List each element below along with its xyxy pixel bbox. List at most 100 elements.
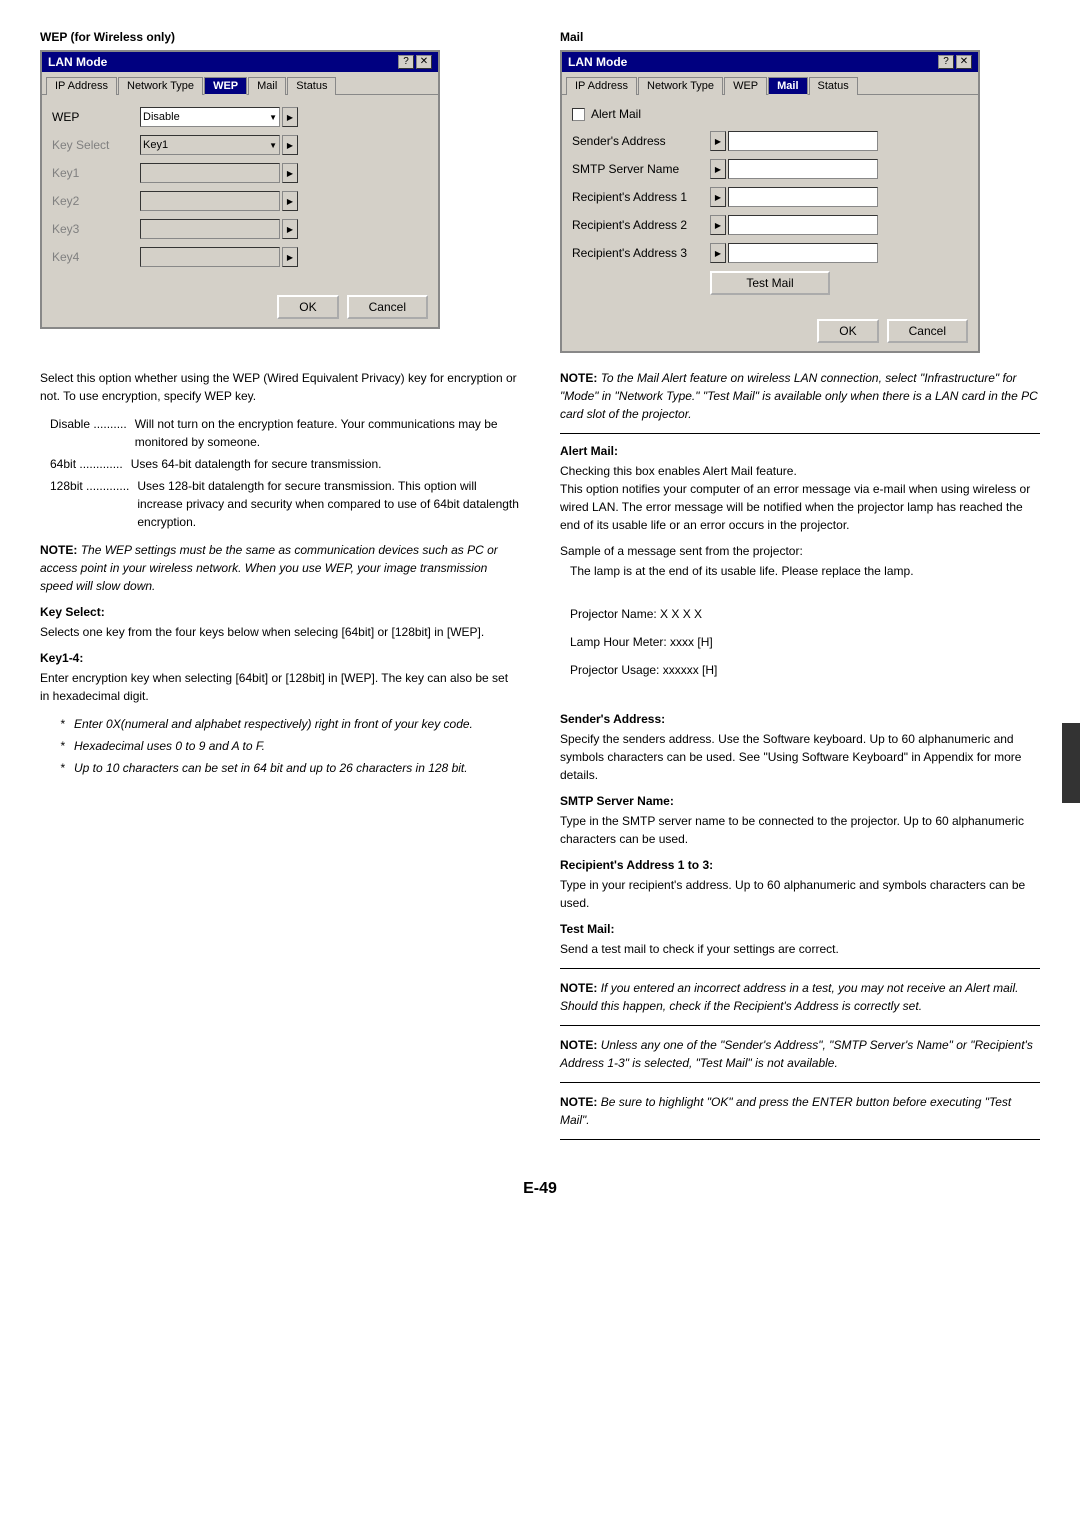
- key3-field-input: ▶: [140, 219, 298, 239]
- mail-note4: NOTE: Be sure to highlight "OK" and pres…: [560, 1093, 1040, 1129]
- key14-bullets: Enter 0X(numeral and alphabet respective…: [60, 715, 520, 777]
- senders-address-btn[interactable]: ▶: [710, 131, 726, 151]
- tab-status[interactable]: Status: [287, 77, 336, 95]
- keyselect-dropdown-btn[interactable]: ▶: [282, 135, 298, 155]
- divider-3: [560, 1025, 1040, 1026]
- wep-dropdown-arrow-icon: ▼: [269, 113, 277, 122]
- mail-tab-status[interactable]: Status: [809, 77, 858, 95]
- test-mail-button[interactable]: Test Mail: [710, 271, 830, 295]
- recipient-body-desc: Type in your recipient's address. Up to …: [560, 876, 1040, 912]
- sample-line1: The lamp is at the end of its usable lif…: [570, 562, 1040, 580]
- tab-wep[interactable]: WEP: [204, 77, 247, 95]
- mail-tab-mail[interactable]: Mail: [768, 77, 807, 95]
- key1-input[interactable]: [140, 163, 280, 183]
- key3-field-label: Key3: [52, 222, 132, 236]
- wep-64bit-keyword: 64bit .............: [50, 455, 123, 473]
- senders-address-input: ▶: [710, 131, 878, 151]
- mail-note2: NOTE: If you entered an incorrect addres…: [560, 979, 1040, 1015]
- bullet-item-3: Up to 10 characters can be set in 64 bit…: [60, 759, 520, 777]
- key3-field-row: Key3 ▶: [52, 219, 428, 239]
- wep-dropdown-value: Disable: [143, 111, 180, 123]
- mail-tab-network-type[interactable]: Network Type: [638, 77, 723, 95]
- wep-disable-desc: Will not turn on the encryption feature.…: [135, 415, 520, 451]
- recipient2-btn[interactable]: ▶: [710, 215, 726, 235]
- recipient1-label: Recipient's Address 1: [572, 190, 702, 204]
- tab-network-type[interactable]: Network Type: [118, 77, 203, 95]
- wep-dropdown-btn[interactable]: ▶: [282, 107, 298, 127]
- recipient3-label: Recipient's Address 3: [572, 246, 702, 260]
- tab-mail[interactable]: Mail: [248, 77, 286, 95]
- alert-mail-checkbox[interactable]: [572, 108, 585, 121]
- key4-input[interactable]: [140, 247, 280, 267]
- sample-projector-usage: Projector Usage: xxxxxx [H]: [570, 661, 1040, 679]
- wep-dialog-body: WEP Disable ▼ ▶ Key Select: [42, 95, 438, 287]
- top-section: WEP (for Wireless only) LAN Mode ? ✕ IP …: [40, 30, 1040, 353]
- alert-mail-label: Alert Mail: [591, 107, 721, 121]
- senders-address-body-title: Sender's Address:: [560, 712, 1040, 726]
- mail-close-button[interactable]: ✕: [956, 55, 972, 69]
- right-column: Mail LAN Mode ? ✕ IP Address Network Typ…: [560, 30, 1040, 353]
- mail-tab-wep[interactable]: WEP: [724, 77, 767, 95]
- senders-address-label: Sender's Address: [572, 134, 702, 148]
- keyselect-field-input: Key1 ▼ ▶: [140, 135, 298, 155]
- keyselect-field-label: Key Select: [52, 138, 132, 152]
- wep-dialog-footer: OK Cancel: [42, 287, 438, 327]
- alert-mail-body-title: Alert Mail:: [560, 444, 1040, 458]
- wep-note: NOTE: The WEP settings must be the same …: [40, 541, 520, 595]
- mail-help-button[interactable]: ?: [938, 55, 954, 69]
- wep-64bit-desc: Uses 64-bit datalength for secure transm…: [131, 455, 382, 473]
- recipient3-input: ▶: [710, 243, 878, 263]
- keyselect-dropdown[interactable]: Key1 ▼: [140, 135, 280, 155]
- wep-options-list: Disable .......... Will not turn on the …: [50, 415, 520, 531]
- wep-field-row: WEP Disable ▼ ▶: [52, 107, 428, 127]
- senders-address-body-desc: Specify the senders address. Use the Sof…: [560, 730, 1040, 784]
- keyselect-dropdown-arrow-icon: ▼: [269, 141, 277, 150]
- bullet-item-1: Enter 0X(numeral and alphabet respective…: [60, 715, 520, 733]
- smtp-server-btn[interactable]: ▶: [710, 159, 726, 179]
- key4-field-input: ▶: [140, 247, 298, 267]
- mail-ok-button[interactable]: OK: [817, 319, 878, 343]
- key2-field-row: Key2 ▶: [52, 191, 428, 211]
- test-mail-body-title: Test Mail:: [560, 922, 1040, 936]
- key4-field-label: Key4: [52, 250, 132, 264]
- right-accent-bar: [1062, 723, 1080, 803]
- recipient1-input: ▶: [710, 187, 878, 207]
- key4-btn[interactable]: ▶: [282, 247, 298, 267]
- mail-cancel-button[interactable]: Cancel: [887, 319, 968, 343]
- wep-ok-button[interactable]: OK: [277, 295, 338, 319]
- recipient1-field[interactable]: [728, 187, 878, 207]
- wep-close-button[interactable]: ✕: [416, 55, 432, 69]
- main-body: Select this option whether using the WEP…: [40, 369, 1040, 1150]
- recipient1-btn[interactable]: ▶: [710, 187, 726, 207]
- key3-btn[interactable]: ▶: [282, 219, 298, 239]
- recipient3-field[interactable]: [728, 243, 878, 263]
- senders-address-field[interactable]: [728, 131, 878, 151]
- wep-disable-item: Disable .......... Will not turn on the …: [50, 415, 520, 451]
- key2-btn[interactable]: ▶: [282, 191, 298, 211]
- wep-64bit-item: 64bit ............. Uses 64-bit dataleng…: [50, 455, 520, 473]
- key2-input[interactable]: [140, 191, 280, 211]
- mail-tab-ip-address[interactable]: IP Address: [566, 77, 637, 95]
- wep-help-button[interactable]: ?: [398, 55, 414, 69]
- mail-note1: NOTE: To the Mail Alert feature on wirel…: [560, 369, 1040, 423]
- wep-field-label: WEP: [52, 110, 132, 124]
- wep-cancel-button[interactable]: Cancel: [347, 295, 428, 319]
- key2-field-label: Key2: [52, 194, 132, 208]
- key1-btn[interactable]: ▶: [282, 163, 298, 183]
- mail-dialog-footer: OK Cancel: [562, 311, 978, 351]
- main-right: NOTE: To the Mail Alert feature on wirel…: [560, 369, 1040, 1150]
- recipient3-btn[interactable]: ▶: [710, 243, 726, 263]
- key4-field-row: Key4 ▶: [52, 247, 428, 267]
- recipient2-field[interactable]: [728, 215, 878, 235]
- mail-dialog-titlebar: LAN Mode ? ✕: [562, 52, 978, 72]
- smtp-body-desc: Type in the SMTP server name to be conne…: [560, 812, 1040, 848]
- mail-dialog-tabs: IP Address Network Type WEP Mail Status: [562, 72, 978, 95]
- smtp-server-field[interactable]: [728, 159, 878, 179]
- divider-2: [560, 968, 1040, 969]
- divider-4: [560, 1082, 1040, 1083]
- wep-dropdown[interactable]: Disable ▼: [140, 107, 280, 127]
- bullet-item-2: Hexadecimal uses 0 to 9 and A to F.: [60, 737, 520, 755]
- key3-input[interactable]: [140, 219, 280, 239]
- wep-titlebar-buttons: ? ✕: [398, 55, 432, 69]
- tab-ip-address[interactable]: IP Address: [46, 77, 117, 95]
